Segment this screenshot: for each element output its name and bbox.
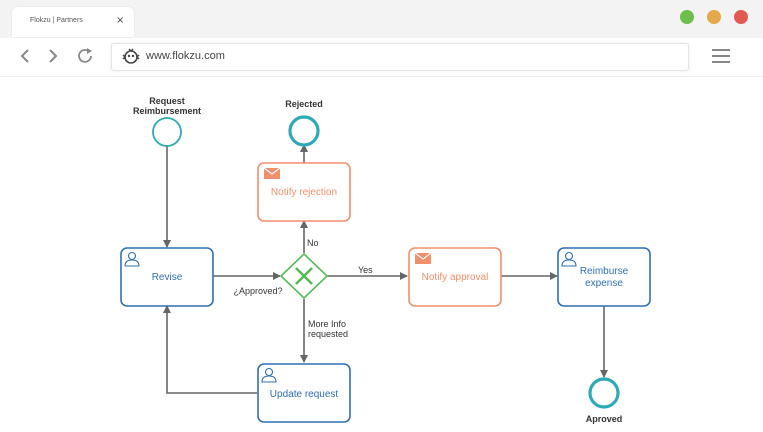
send-message-icon: [263, 167, 281, 179]
send-message-icon: [414, 252, 432, 264]
task-notify-approval-label: Notify approval: [422, 272, 489, 283]
address-bar[interactable]: www.flokzu.com: [111, 43, 689, 71]
browser-chrome: Flokzu | Partners × www.flokzu.com: [0, 0, 763, 77]
tab-title: Flokzu | Partners: [30, 17, 83, 24]
start-event-label-line2: Reimbursement: [133, 106, 201, 116]
navigation-bar: www.flokzu.com: [0, 38, 763, 77]
task-notify-rejection[interactable]: Notify rejection: [257, 162, 351, 222]
hamburger-menu-icon: [712, 49, 730, 63]
rejected-end-label: Rejected: [285, 99, 323, 109]
start-event[interactable]: [152, 117, 182, 147]
task-notify-rejection-label: Notify rejection: [271, 187, 337, 198]
start-event-label-line1: Request: [149, 96, 185, 106]
tab-close-icon[interactable]: ×: [116, 15, 124, 26]
rejected-end-event[interactable]: [288, 115, 320, 147]
back-button[interactable]: [14, 43, 36, 69]
back-arrow-icon: [20, 49, 29, 63]
approved-end-event[interactable]: [588, 377, 620, 409]
url-text: www.flokzu.com: [146, 50, 225, 62]
sequence-flows: [163, 144, 608, 394]
task-update-request-label: Update request: [270, 389, 339, 400]
task-notify-approval[interactable]: Notify approval: [408, 247, 502, 307]
task-revise[interactable]: Revise: [120, 247, 214, 307]
flow-update-to-revise[interactable]: [163, 305, 257, 394]
window-maximize-button[interactable]: [707, 10, 721, 24]
exclusive-gateway[interactable]: [279, 252, 329, 300]
flokzu-logo-icon: [122, 48, 140, 64]
window-close-button[interactable]: [734, 10, 748, 24]
flow-more-info-label-line2: requested: [308, 329, 348, 339]
task-reimburse-label-line2: expense: [585, 278, 623, 289]
forward-arrow-icon: [49, 49, 58, 63]
flow-yes-label: Yes: [358, 265, 373, 275]
forward-button[interactable]: [42, 43, 64, 69]
tab-bar: Flokzu | Partners ×: [0, 0, 763, 38]
browser-tab[interactable]: Flokzu | Partners ×: [12, 7, 134, 37]
gateway-label: ¿Approved?: [233, 286, 282, 296]
flow-more-info-label-line1: More Info: [308, 319, 346, 329]
window-minimize-button[interactable]: [680, 10, 694, 24]
task-reimburse-label-line1: Reimburse: [580, 266, 629, 277]
task-update-request[interactable]: Update request: [257, 363, 351, 423]
reload-button[interactable]: [74, 43, 96, 69]
approved-end-label: Aproved: [586, 414, 623, 424]
task-revise-label: Revise: [152, 272, 183, 283]
flow-no-label: No: [307, 238, 319, 248]
reload-icon: [78, 48, 92, 63]
menu-button[interactable]: [710, 45, 732, 67]
task-reimburse-expense[interactable]: Reimburse expense: [557, 247, 651, 307]
bpmn-diagram: Request Reimbursement Rejected Aproved R…: [120, 96, 651, 424]
